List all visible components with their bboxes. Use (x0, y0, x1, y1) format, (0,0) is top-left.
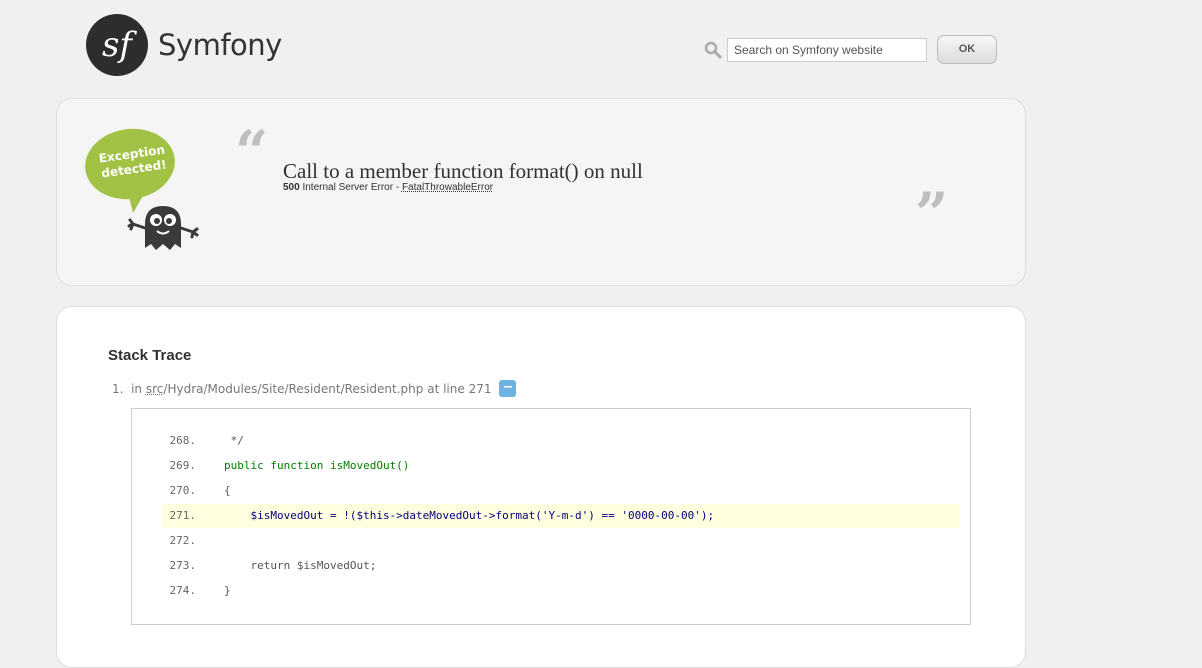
trace-path-abbr: src (146, 382, 164, 396)
code-line: 273. return $isMovedOut; (162, 554, 960, 578)
trace-item: 1. in src/Hydra/Modules/Site/Resident/Re… (112, 380, 516, 397)
code-text: public function isMovedOut() (224, 454, 409, 478)
line-number: 268. (162, 429, 196, 453)
exception-status: 500 Internal Server Error - FatalThrowab… (283, 182, 493, 193)
search-ok-button[interactable]: OK (937, 35, 997, 64)
exception-panel: Exception detected! “ Call to a member f… (56, 98, 1026, 286)
code-line: 269. public function isMovedOut() (162, 454, 960, 478)
page-header: sf Symfony OK (0, 0, 1202, 95)
trace-line-number: at line 271 (427, 382, 491, 396)
line-number: 271. (162, 504, 196, 528)
search-icon (704, 41, 722, 59)
code-text: } (224, 579, 231, 603)
code-line: 272. (162, 529, 960, 553)
logo-text: Symfony (158, 28, 282, 62)
line-number: 273. (162, 554, 196, 578)
code-line: 270. { (162, 479, 960, 503)
status-text: Internal Server Error - (302, 182, 401, 193)
line-number: 270. (162, 479, 196, 503)
code-snippet: 268. */ 269. public function isMovedOut()… (131, 408, 971, 625)
trace-item-number: 1. (112, 382, 123, 396)
symfony-logo[interactable]: sf Symfony (86, 14, 282, 76)
code-text: $isMovedOut = !($this->dateMovedOut->for… (224, 504, 714, 528)
toggle-code-button[interactable]: − (499, 380, 516, 397)
open-quote-icon: “ (235, 123, 268, 181)
search-input[interactable] (727, 38, 927, 62)
code-text: return $isMovedOut; (224, 554, 376, 578)
trace-item-prefix: in (131, 382, 142, 396)
exception-message: Call to a member function format() on nu… (283, 159, 643, 184)
trace-path: /Hydra/Modules/Site/Resident/Resident.ph… (163, 382, 423, 396)
ghost-mascot-icon (127, 202, 199, 254)
search-form: OK (704, 35, 997, 64)
line-number: 272. (162, 529, 196, 553)
stack-trace-panel: Stack Trace 1. in src/Hydra/Modules/Site… (56, 306, 1026, 668)
symfony-logo-icon: sf (86, 14, 148, 76)
stack-trace-title: Stack Trace (108, 347, 191, 364)
line-number: 269. (162, 454, 196, 478)
exception-class: FatalThrowableError (402, 182, 493, 193)
close-quote-icon: ” (915, 185, 948, 243)
code-line: 268. */ (162, 429, 960, 453)
code-line: 274.} (162, 579, 960, 603)
code-text: */ (224, 429, 244, 453)
code-text: { (224, 479, 231, 503)
status-code: 500 (283, 182, 300, 193)
code-line-highlighted: 271. $isMovedOut = !($this->dateMovedOut… (162, 504, 960, 528)
line-number: 274. (162, 579, 196, 603)
